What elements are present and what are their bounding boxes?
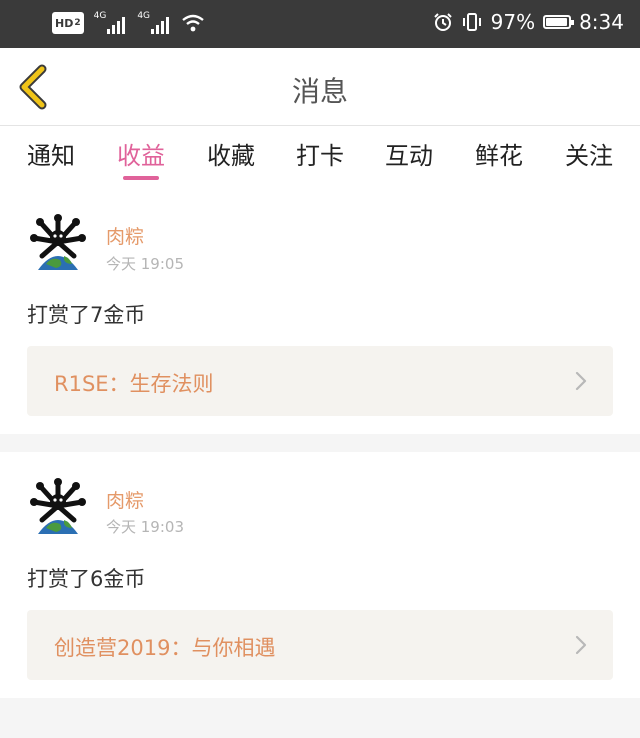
avatar[interactable] [28, 212, 88, 274]
message-text: 打赏了6金币 [27, 567, 146, 591]
username[interactable]: 肉粽 [106, 222, 144, 249]
linked-post-card[interactable]: R1SE：生存法则 [27, 346, 613, 416]
battery-icon [543, 15, 575, 29]
signal-icon: 4G [94, 12, 128, 34]
wifi-icon [182, 14, 204, 32]
battery-percent: 97% [490, 10, 536, 34]
alarm-icon [433, 13, 452, 31]
tab-bar: 通知 收益 收藏 打卡 互动 鲜花 关注 [0, 126, 640, 196]
tab-flowers[interactable]: 鲜花 [459, 136, 539, 184]
timestamp: 今天 19:05 [106, 255, 184, 273]
clock-time: 8:34 [579, 10, 624, 34]
status-right: 97% 8:34 [433, 10, 624, 34]
linked-post-title: R1SE：生存法则 [54, 372, 214, 396]
tab-earnings-label: 收益 [117, 142, 165, 170]
avatar[interactable] [28, 476, 88, 538]
list-item: 肉粽 今天 19:03 打赏了6金币 创造营2019：与你相遇 [0, 452, 640, 698]
message-text: 打赏了7金币 [27, 303, 146, 327]
hd-label: HD [55, 16, 74, 30]
list-item: 肉粽 今天 19:05 打赏了7金币 R1SE：生存法则 [0, 196, 640, 434]
linked-post-title: 创造营2019：与你相遇 [54, 636, 276, 660]
signal-icon-2: 4G [137, 12, 171, 34]
network-type-label: 4G [93, 11, 107, 21]
tab-favorites[interactable]: 收藏 [191, 136, 271, 184]
hd-badge: HD 2 [52, 12, 84, 34]
linked-post-card[interactable]: 创造营2019：与你相遇 [27, 610, 613, 680]
network-type-label-2: 4G [137, 11, 151, 21]
tab-following[interactable]: 关注 [549, 136, 629, 184]
timestamp: 今天 19:03 [106, 518, 184, 536]
tab-active-indicator [123, 176, 159, 180]
status-bar: HD 2 4G 4G 97% 8:34 [0, 0, 640, 48]
chevron-right-icon [575, 635, 587, 655]
header: 消息 [0, 48, 640, 126]
tab-earnings[interactable]: 收益 [101, 136, 181, 184]
status-left: HD 2 4G 4G [52, 12, 205, 34]
tab-checkin[interactable]: 打卡 [280, 136, 360, 184]
chevron-right-icon [575, 371, 587, 391]
tab-interaction[interactable]: 互动 [369, 136, 449, 184]
vibrate-icon [462, 13, 481, 31]
hd-sub-label: 2 [74, 18, 81, 28]
username[interactable]: 肉粽 [106, 486, 144, 513]
tab-notice[interactable]: 通知 [11, 136, 91, 184]
page-title: 消息 [291, 75, 348, 108]
